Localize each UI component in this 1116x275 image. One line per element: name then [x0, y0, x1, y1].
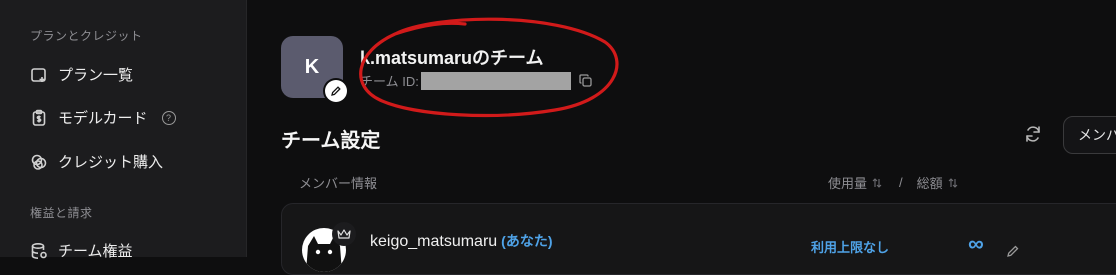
- total-value: ∞: [968, 231, 984, 256]
- member-you-tag: (あなた): [501, 233, 553, 249]
- team-avatar-letter: K: [304, 55, 320, 78]
- column-usage-label: 使用量: [828, 176, 868, 191]
- refresh-icon: [1026, 126, 1040, 142]
- edit-avatar-button[interactable]: [325, 80, 347, 102]
- sidebar-section-title-billing: 権益と請求: [30, 206, 93, 220]
- sidebar-item-label: プラン一覧: [58, 67, 134, 84]
- pencil-icon: [331, 86, 341, 96]
- coins-icon: [31, 154, 47, 170]
- sidebar-item-plans[interactable]: プラン一覧: [30, 64, 133, 85]
- help-icon[interactable]: ?: [161, 110, 176, 125]
- refresh-button[interactable]: [1023, 124, 1043, 149]
- members-button-label: メンバ: [1078, 127, 1116, 143]
- column-member-info-label: メンバー情報: [299, 176, 378, 191]
- sidebar-item-model-card[interactable]: モデルカード ?: [30, 107, 176, 128]
- main-content: K k.matsumaruのチーム チーム ID: チーム設定 メンバ メンバー…: [247, 0, 1116, 275]
- sidebar: プランとクレジット プラン一覧 モデルカード ? クレジット購入 権益と請求 チ…: [0, 0, 247, 260]
- owner-crown-badge: [332, 222, 356, 246]
- column-separator: /: [899, 175, 903, 190]
- clipboard-dollar-icon: [32, 109, 46, 126]
- sidebar-section-title-plans: プランとクレジット: [30, 29, 143, 43]
- sidebar-item-label: クレジット購入: [58, 154, 164, 171]
- member-name: keigo_matsumaru (あなた): [370, 231, 553, 251]
- page-title: チーム設定: [281, 130, 381, 152]
- sort-icon[interactable]: [947, 177, 959, 189]
- column-usage[interactable]: 使用量 / 総額: [828, 173, 959, 192]
- edit-limit-button[interactable]: [1006, 244, 1020, 263]
- sidebar-item-team-benefits[interactable]: チーム権益: [30, 240, 133, 261]
- sidebar-item-buy-credits[interactable]: クレジット購入: [30, 151, 163, 172]
- table-row[interactable]: keigo_matsumaru (あなた) 利用上限なし ∞: [281, 203, 1116, 275]
- crown-icon: [337, 229, 351, 239]
- sidebar-item-label: チーム権益: [58, 243, 133, 260]
- pencil-icon: [1007, 245, 1019, 257]
- members-button[interactable]: メンバ: [1063, 116, 1116, 154]
- column-member-info: メンバー情報: [299, 173, 377, 192]
- column-total-label: 総額: [916, 176, 943, 191]
- member-username: keigo_matsumaru: [370, 233, 498, 250]
- usage-limit-status: 利用上限なし: [811, 240, 890, 255]
- sidebar-item-label: モデルカード: [58, 110, 148, 127]
- red-annotation-circle: [359, 17, 619, 118]
- sort-icon[interactable]: [871, 177, 883, 189]
- plan-add-icon: [31, 67, 46, 82]
